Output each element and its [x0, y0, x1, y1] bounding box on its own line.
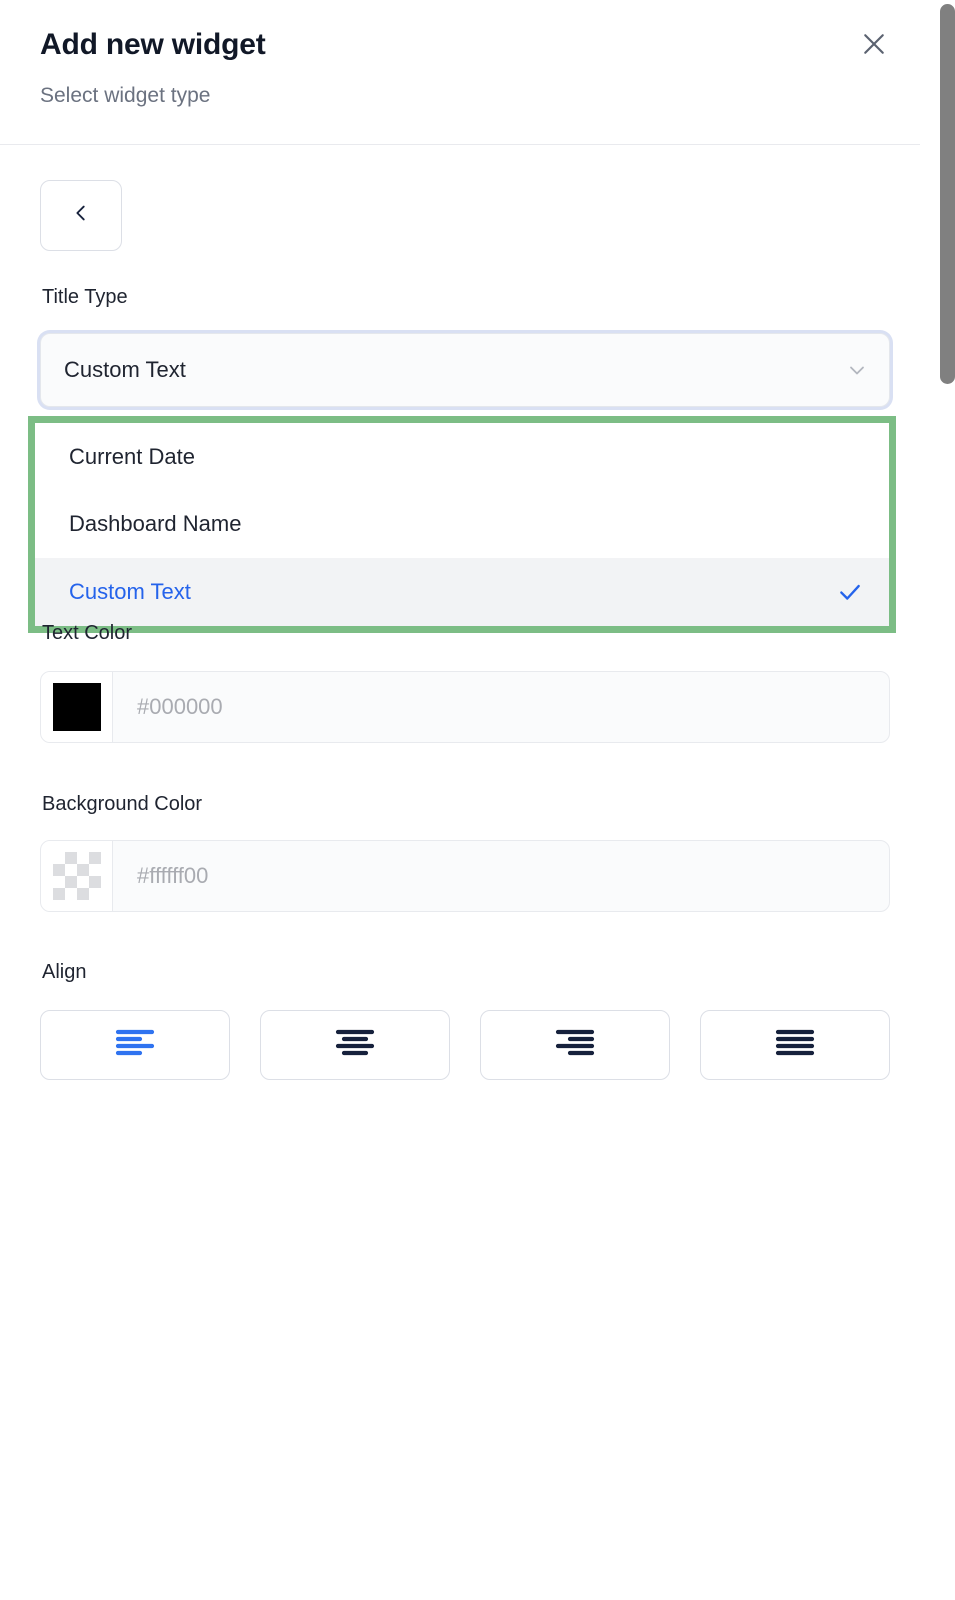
- back-button[interactable]: [40, 180, 122, 251]
- align-right-icon: [550, 1026, 600, 1065]
- text-color-input[interactable]: [113, 672, 889, 742]
- page-title: Add new widget: [40, 28, 266, 61]
- background-color-label: Background Color: [42, 793, 203, 815]
- align-left-button[interactable]: [40, 1010, 230, 1080]
- background-color-input[interactable]: [113, 841, 889, 911]
- chevron-left-icon: [70, 202, 92, 229]
- text-color-swatch-button[interactable]: [41, 672, 113, 742]
- title-type-label: Title Type: [42, 286, 128, 308]
- add-widget-dialog: Add new widget Select widget type Title …: [0, 0, 955, 1600]
- dropdown-option-label: Current Date: [69, 443, 195, 469]
- align-left-icon: [110, 1026, 160, 1065]
- color-swatch-black-icon: [52, 683, 101, 731]
- title-type-dropdown-highlight: Current Date Dashboard Name Custom Text: [28, 416, 896, 633]
- align-label: Align: [42, 961, 87, 983]
- check-icon: [837, 579, 863, 605]
- text-color-label: Text Color: [42, 622, 133, 644]
- background-color-row: [40, 840, 890, 912]
- color-swatch-transparent-checkerboard-icon: [52, 852, 101, 900]
- align-justify-icon: [770, 1026, 820, 1065]
- dropdown-option-dashboard-name[interactable]: Dashboard Name: [35, 490, 889, 559]
- chevron-down-icon: [845, 358, 869, 382]
- vertical-scrollbar[interactable]: [920, 0, 955, 1600]
- scrollbar-thumb[interactable]: [940, 4, 955, 384]
- title-type-select[interactable]: Custom Text: [40, 333, 890, 407]
- align-center-icon: [330, 1026, 380, 1065]
- close-button[interactable]: [854, 24, 894, 64]
- dialog-subtitle: Select widget type: [40, 84, 211, 107]
- align-button-group: [40, 1010, 890, 1080]
- close-icon: [859, 29, 889, 59]
- dialog-header: Add new widget Select widget type: [0, 0, 920, 145]
- align-center-button[interactable]: [260, 1010, 450, 1080]
- title-type-selected-value: Custom Text: [64, 357, 186, 382]
- text-color-row: [40, 671, 890, 743]
- background-color-swatch-button[interactable]: [41, 841, 113, 911]
- align-justify-button[interactable]: [700, 1010, 890, 1080]
- dropdown-option-label: Dashboard Name: [69, 511, 242, 537]
- align-right-button[interactable]: [480, 1010, 670, 1080]
- dropdown-option-custom-text[interactable]: Custom Text: [35, 558, 889, 626]
- title-type-dropdown-menu: Current Date Dashboard Name Custom Text: [35, 423, 889, 626]
- dropdown-option-current-date[interactable]: Current Date: [35, 423, 889, 491]
- dropdown-option-label: Custom Text: [69, 578, 191, 604]
